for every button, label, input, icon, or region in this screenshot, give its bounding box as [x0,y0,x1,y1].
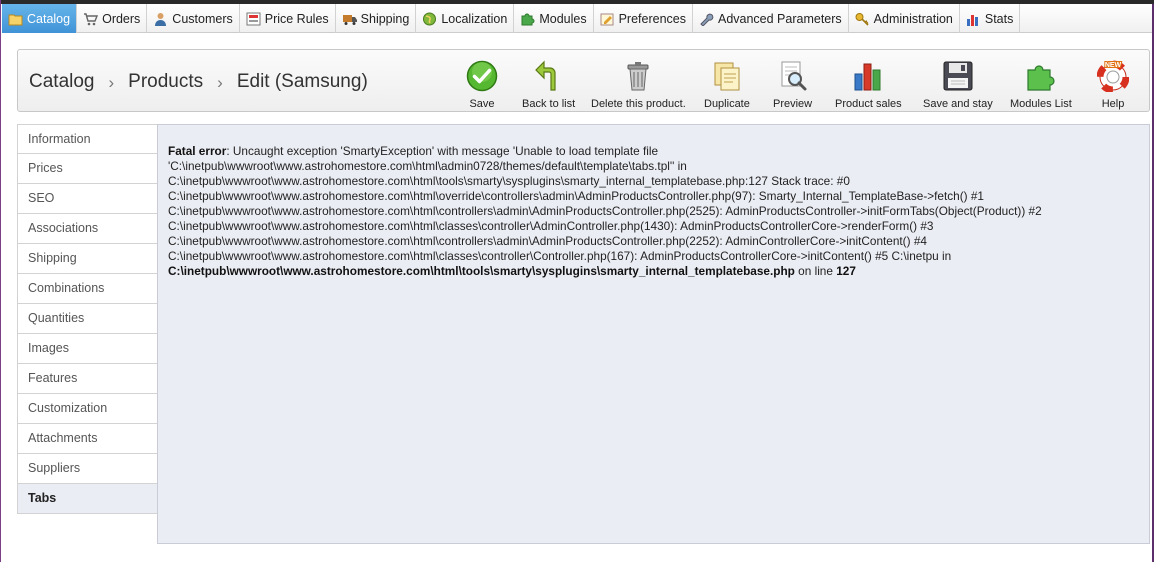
menu-item-stats[interactable]: Stats [960,4,1021,33]
tab-prices[interactable]: Prices [17,154,158,184]
tab-images[interactable]: Images [17,334,158,364]
globe-icon [422,12,437,26]
duplicate-label: Duplicate [704,98,750,110]
menu-item-preferences[interactable]: Preferences [594,4,693,33]
preview-label: Preview [773,98,813,110]
menu-item-price-rules[interactable]: Price Rules [240,4,336,33]
menu-label: Shipping [360,11,410,26]
modules-list-label: Modules List [1010,98,1072,110]
preferences-icon [600,12,615,26]
truck-icon [342,12,357,26]
tab-customization[interactable]: Customization [17,394,158,424]
error-line: C:\inetpub\wwwroot\www.astrohomestore.co… [168,204,1042,218]
menu-label: Administration [873,11,953,26]
error-on-line: on line [794,264,837,278]
tab-suppliers[interactable]: Suppliers [17,454,158,484]
menu-label: Orders [102,11,141,26]
wrench-icon [699,12,714,27]
tab-shipping[interactable]: Shipping [17,244,158,274]
page-title: Edit (Samsung) [236,71,368,92]
delete-label: Delete this product. [591,98,686,110]
breadcrumb-products[interactable]: Products [128,71,203,93]
menu-item-shipping[interactable]: Shipping [336,4,417,33]
error-line: C:\inetpub\wwwroot\www.astrohomestore.co… [168,174,850,188]
fatal-error-message: Fatal error: Uncaught exception 'SmartyE… [168,144,1128,279]
tab-combinations[interactable]: Combinations [17,274,158,304]
menu-item-localization[interactable]: Localization [416,4,515,33]
menu-item-advanced-parameters[interactable]: Advanced Parameters [693,4,849,33]
menu-label: Modules [539,11,587,26]
error-file: C:\inetpub\wwwroot\www.astrohomestore.co… [168,264,795,278]
modules-list-button[interactable]: Modules List [1010,60,1072,110]
puzzle-icon [520,12,535,26]
sales-label: Product sales [835,98,902,110]
breadcrumb: Catalog › Products › Edit (Samsung) [29,71,368,93]
menu-label: Stats [984,11,1014,26]
magnifier-icon [777,60,809,92]
tab-features[interactable]: Features [17,364,158,394]
menu-label: Localization [441,11,508,26]
tab-tabs[interactable]: Tabs [17,484,158,514]
check-circle-icon [466,60,498,92]
breadcrumb-separator: › [217,73,223,92]
puzzle-icon [1025,60,1057,92]
error-line: C:\inetpub\wwwroot\www.astrohomestore.co… [168,189,984,203]
product-sales-button[interactable]: Product sales [835,60,902,110]
tab-quantities[interactable]: Quantities [17,304,158,334]
menu-label: Price Rules [264,11,329,26]
key-icon [855,12,870,26]
duplicate-button[interactable]: Duplicate [704,60,750,110]
trash-icon [622,60,654,92]
save-stay-label: Save and stay [923,98,993,110]
preview-button[interactable]: Preview [773,60,812,110]
error-line-number: 127 [836,264,856,278]
tab-associations[interactable]: Associations [17,214,158,244]
save-button[interactable]: Save [466,60,498,110]
cart-icon [83,12,99,26]
error-line: C:\inetpub\wwwroot\www.astrohomestore.co… [168,219,934,233]
back-label: Back to list [522,98,576,110]
customer-icon [153,12,168,26]
bar-chart-icon [852,60,884,92]
toolbar: Catalog › Products › Edit (Samsung) Save… [17,49,1150,112]
error-line: C:\inetpub\wwwroot\www.astrohomestore.co… [168,234,927,248]
duplicate-icon [711,60,743,92]
menu-item-administration[interactable]: Administration [849,4,960,33]
help-new-badge: NEW [1105,62,1122,69]
catalog-folder-icon [8,12,23,26]
price-rules-icon [246,12,261,26]
menu-label: Preferences [618,11,686,26]
error-label: Fatal error [168,144,227,158]
help-label: Help [1101,98,1125,110]
menu-item-customers[interactable]: Customers [147,4,240,33]
tab-seo[interactable]: SEO [17,184,158,214]
menu-label: Catalog [27,11,71,26]
menu-item-modules[interactable]: Modules [514,4,594,33]
error-line: 'C:\inetpub\wwwroot\www.astrohomestore.c… [168,159,687,173]
breadcrumb-catalog[interactable]: Catalog [29,71,95,93]
breadcrumb-separator: › [108,73,115,92]
error-line: : Uncaught exception 'SmartyException' w… [226,144,659,158]
stats-icon [966,12,981,26]
help-button[interactable]: NEW Help [1096,60,1130,110]
delete-product-button[interactable]: Delete this product. [591,60,686,110]
menu-item-orders[interactable]: Orders [77,4,148,33]
save-and-stay-button[interactable]: Save and stay [923,60,993,110]
product-tabs: Information Prices SEO Associations Ship… [17,124,158,514]
menu-label: Customers [172,11,233,26]
save-label: Save [469,98,495,110]
menu-label: Advanced Parameters [717,11,842,26]
back-to-list-button[interactable]: Back to list [522,60,575,110]
tab-attachments[interactable]: Attachments [17,424,158,454]
tab-information[interactable]: Information [17,124,158,154]
menu-item-catalog[interactable]: Catalog [2,4,78,33]
lifebuoy-icon: NEW [1096,60,1130,94]
floppy-disk-icon [942,60,974,92]
main-menu: Catalog Orders Customers Price Rules Shi… [2,4,1152,33]
error-line: C:\inetpub\wwwroot\www.astrohomestore.co… [168,249,952,263]
content-panel: Fatal error: Uncaught exception 'SmartyE… [157,124,1150,544]
back-arrow-icon [533,60,565,92]
